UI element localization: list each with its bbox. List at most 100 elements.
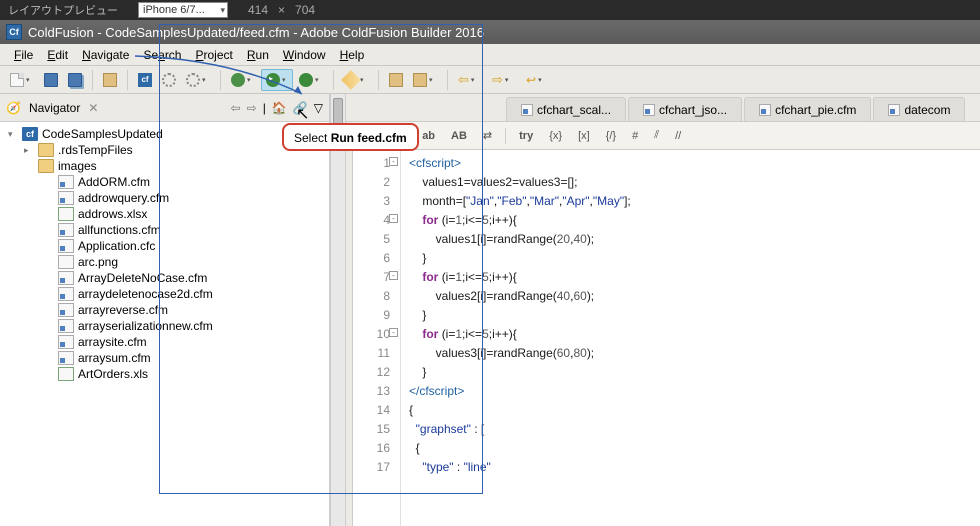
comment2-button[interactable]: // bbox=[672, 128, 684, 144]
editor-tab[interactable]: cfchart_jso... bbox=[628, 97, 742, 121]
tree-file[interactable]: Application.cfc bbox=[4, 238, 325, 254]
tree-label: arraysum.cfm bbox=[78, 351, 151, 365]
tree-label: addrows.xlsx bbox=[78, 207, 147, 221]
tree-label: ArtOrders.xls bbox=[78, 367, 148, 381]
nav-menu-icon[interactable]: ▽ bbox=[314, 101, 323, 115]
package-drop-button[interactable] bbox=[409, 69, 441, 91]
cfm-file-icon bbox=[521, 104, 533, 116]
tab-label: cfchart_pie.cfm bbox=[775, 103, 856, 117]
tree-file[interactable]: arrayreverse.cfm bbox=[4, 302, 325, 318]
code-editor[interactable]: 1-234-567-8910-11121314151617 <cfscript>… bbox=[352, 150, 980, 526]
tree-label: images bbox=[58, 159, 97, 173]
tree-folder[interactable]: ▸ .rdsTempFiles bbox=[4, 142, 325, 158]
menu-file[interactable]: File bbox=[8, 46, 39, 64]
editor-tab[interactable]: cfchart_scal... bbox=[506, 97, 626, 121]
cfm-file-icon bbox=[888, 104, 900, 116]
gear-button[interactable] bbox=[158, 69, 180, 91]
file-icon bbox=[58, 207, 74, 221]
cfm-file-icon bbox=[759, 104, 771, 116]
file-icon bbox=[58, 175, 74, 189]
tree-file[interactable]: AddORM.cfm bbox=[4, 174, 325, 190]
gear-drop-button[interactable] bbox=[182, 69, 214, 91]
tree-file[interactable]: arraysum.cfm bbox=[4, 350, 325, 366]
editor-tabs: cfchart_scal... cfchart_jso... cfchart_pie… bbox=[346, 94, 980, 122]
layout-preview-label: レイアウトプレビュー bbox=[8, 2, 118, 18]
navigator-title: Navigator bbox=[29, 101, 80, 115]
expand-icon[interactable]: ▸ bbox=[24, 145, 34, 156]
window-title-bar: Cf ColdFusion - CodeSamplesUpdated/feed.… bbox=[0, 20, 980, 44]
package-button[interactable] bbox=[385, 69, 407, 91]
menu-run[interactable]: Run bbox=[241, 46, 275, 64]
hash-button[interactable]: # bbox=[629, 128, 641, 144]
code-content[interactable]: <cfscript> values1=values2=values3=[]; m… bbox=[401, 150, 980, 526]
menu-help[interactable]: Help bbox=[334, 46, 371, 64]
lowercase-button[interactable]: ab bbox=[419, 128, 438, 144]
braces1-button[interactable]: {x} bbox=[546, 128, 565, 144]
tree-label: arrayserializationnew.cfm bbox=[78, 319, 213, 333]
tree-file[interactable]: allfunctions.cfm bbox=[4, 222, 325, 238]
file-icon bbox=[58, 255, 74, 269]
tree-label: Application.cfc bbox=[78, 239, 155, 253]
tree-file[interactable]: arc.png bbox=[4, 254, 325, 270]
link-editor-icon[interactable]: 🔗 bbox=[293, 101, 308, 115]
nav-last-button[interactable]: ↩ bbox=[522, 69, 554, 91]
tree-folder[interactable]: images bbox=[4, 158, 325, 174]
menu-window[interactable]: Window bbox=[277, 46, 332, 64]
new-button[interactable] bbox=[6, 69, 38, 91]
tree-label: allfunctions.cfm bbox=[78, 223, 161, 237]
run-button[interactable] bbox=[261, 69, 293, 91]
menu-search[interactable]: Search bbox=[137, 46, 187, 64]
editor-tab[interactable]: cfchart_pie.cfm bbox=[744, 97, 871, 121]
tree-file[interactable]: ArrayDeleteNoCase.cfm bbox=[4, 270, 325, 286]
tree-root[interactable]: ▾ cf CodeSamplesUpdated bbox=[4, 126, 325, 142]
tree-label: .rdsTempFiles bbox=[58, 143, 133, 157]
navigator-scrollbar[interactable] bbox=[330, 94, 346, 526]
tree-file[interactable]: arraysite.cfm bbox=[4, 334, 325, 350]
tree-file[interactable]: addrowquery.cfm bbox=[4, 190, 325, 206]
tree-file[interactable]: arrayserializationnew.cfm bbox=[4, 318, 325, 334]
braces2-button[interactable]: [x] bbox=[575, 128, 593, 144]
run-external-button[interactable] bbox=[295, 69, 327, 91]
debug-button[interactable] bbox=[227, 69, 259, 91]
file-icon bbox=[58, 303, 74, 317]
tree-label: arrayreverse.cfm bbox=[78, 303, 168, 317]
navigator-tree[interactable]: ▾ cf CodeSamplesUpdated ▸ .rdsTempFiles … bbox=[0, 122, 329, 526]
uppercase-button[interactable]: AB bbox=[448, 128, 470, 144]
close-icon[interactable]: ✕ bbox=[88, 101, 98, 115]
menu-project[interactable]: Project bbox=[189, 46, 238, 64]
tree-label: arc.png bbox=[78, 255, 118, 269]
menu-bar: File Edit Navigate Search Project Run Wi… bbox=[0, 44, 980, 66]
nav-home-icon[interactable]: 🏠 bbox=[272, 101, 287, 115]
nav-fwd-button[interactable]: ⇨ bbox=[488, 69, 520, 91]
tooltip-bold: Run feed.cfm bbox=[331, 131, 407, 145]
nav-fwd-arrow-icon[interactable]: ⇨ bbox=[247, 101, 257, 115]
nav-back-button[interactable]: ⇦ bbox=[454, 69, 486, 91]
tree-file[interactable]: ArtOrders.xls bbox=[4, 366, 325, 382]
main-toolbar: cf ⇦ ⇨ ↩ bbox=[0, 66, 980, 94]
cf-button[interactable]: cf bbox=[134, 69, 156, 91]
menu-navigate[interactable]: Navigate bbox=[76, 46, 135, 64]
viewport-height: 704 bbox=[295, 3, 315, 17]
line-gutter: 1-234-567-8910-11121314151617 bbox=[353, 150, 401, 526]
collapse-icon[interactable]: ▾ bbox=[8, 129, 18, 140]
try-button[interactable]: try bbox=[516, 128, 536, 144]
tree-file[interactable]: arraydeletenocase2d.cfm bbox=[4, 286, 325, 302]
tree-label: ArrayDeleteNoCase.cfm bbox=[78, 271, 207, 285]
wand-button[interactable] bbox=[340, 69, 372, 91]
save-button[interactable] bbox=[40, 69, 62, 91]
tab-label: datecom bbox=[904, 103, 950, 117]
braces3-button[interactable]: {/} bbox=[603, 128, 619, 144]
nav-back-arrow-icon[interactable]: ⇦ bbox=[231, 101, 241, 115]
tab-label: cfchart_scal... bbox=[537, 103, 611, 117]
menu-edit[interactable]: Edit bbox=[41, 46, 74, 64]
file-icon bbox=[58, 271, 74, 285]
swap-button[interactable]: ⇄ bbox=[480, 127, 495, 144]
editor-tab[interactable]: datecom bbox=[873, 97, 965, 121]
device-dropdown[interactable]: iPhone 6/7... bbox=[138, 2, 228, 18]
tree-file[interactable]: addrows.xlsx bbox=[4, 206, 325, 222]
comment1-button[interactable]: ⫽ bbox=[651, 127, 662, 144]
open-perspective-button[interactable] bbox=[99, 69, 121, 91]
tree-label: arraysite.cfm bbox=[78, 335, 147, 349]
save-all-button[interactable] bbox=[64, 69, 86, 91]
layout-preview-bar: レイアウトプレビュー iPhone 6/7... 414 × 704 bbox=[0, 0, 980, 20]
